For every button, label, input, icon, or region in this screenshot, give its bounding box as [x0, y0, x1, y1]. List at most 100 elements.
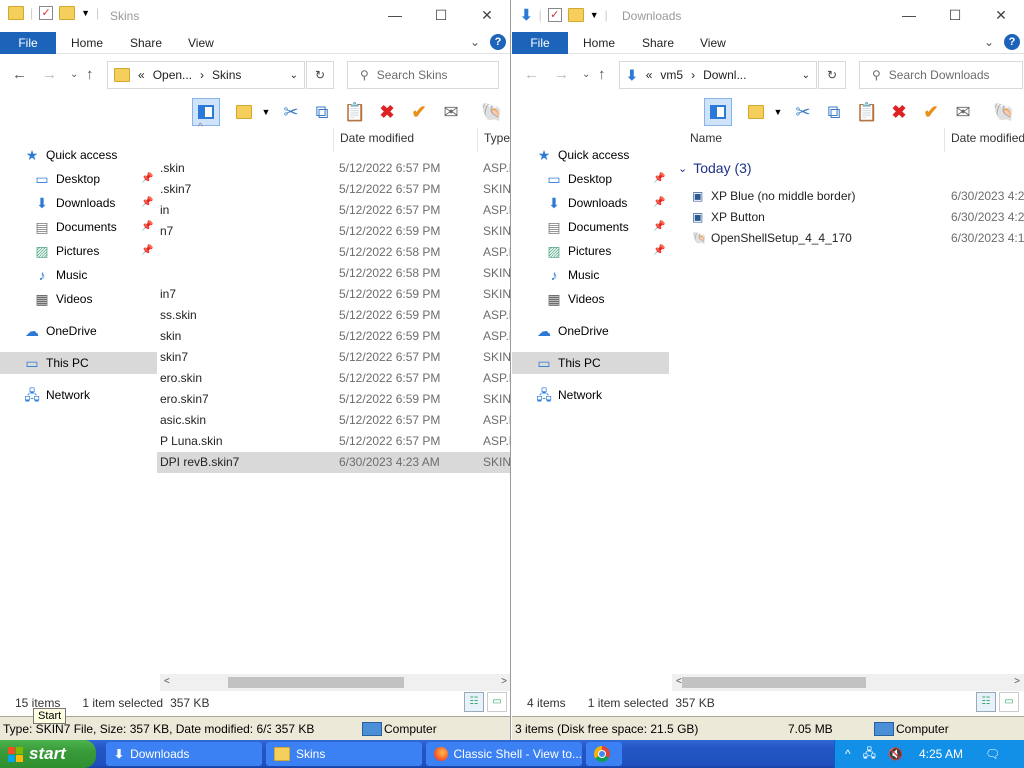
recent-locations-icon[interactable]: ⌄: [582, 69, 590, 80]
maximize-button[interactable]: ☐: [932, 0, 978, 30]
sidebar-item-pictures[interactable]: ▨ Pictures 📌: [512, 240, 665, 262]
address-overflow[interactable]: «: [646, 68, 653, 82]
copy-icon[interactable]: ⧉: [820, 98, 848, 126]
refresh-button[interactable]: ↻: [818, 61, 846, 89]
table-row[interactable]: .skin7 5/12/2022 6:57 PM SKIN7: [157, 179, 510, 200]
notifications-icon[interactable]: 🗨: [985, 747, 1000, 761]
sidebar-item-music[interactable]: ♪ Music: [0, 264, 88, 286]
folder-options-button[interactable]: [742, 98, 770, 126]
options-dropdown-icon[interactable]: ▼: [770, 98, 786, 126]
up-icon[interactable]: ↑: [86, 66, 94, 83]
scroll-thumb[interactable]: [682, 677, 866, 688]
tab-file[interactable]: File: [512, 32, 568, 54]
column-date-modified[interactable]: Date modified: [333, 128, 477, 152]
table-row[interactable]: .skin 5/12/2022 6:57 PM ASP.N: [157, 158, 510, 179]
scroll-left-icon[interactable]: <: [164, 676, 170, 687]
table-row[interactable]: 5/12/2022 6:58 PM ASP.N: [157, 242, 510, 263]
scroll-thumb[interactable]: [228, 677, 404, 688]
tab-view[interactable]: View: [188, 32, 214, 54]
column-name[interactable]: Name: [684, 128, 944, 152]
sidebar-item-onedrive[interactable]: ☁ OneDrive: [512, 320, 609, 342]
column-date-modified[interactable]: Date modified: [944, 128, 1024, 152]
sidebar-item-documents[interactable]: ▤ Documents 📌: [0, 216, 153, 238]
properties-icon[interactable]: ✓: [39, 6, 54, 20]
navigation-pane-button[interactable]: [704, 98, 732, 126]
address-overflow[interactable]: «: [138, 68, 145, 82]
sidebar-item-music[interactable]: ♪ Music: [512, 264, 600, 286]
volume-muted-icon[interactable]: 🔇: [888, 747, 903, 761]
maximize-button[interactable]: ☐: [418, 0, 464, 30]
address-segment[interactable]: Skins: [212, 68, 241, 82]
minimize-button[interactable]: —: [886, 0, 932, 30]
email-icon[interactable]: ✉: [949, 98, 977, 126]
new-folder-icon[interactable]: [59, 6, 76, 20]
table-row[interactable]: ss.skin 5/12/2022 6:59 PM ASP.N: [157, 305, 510, 326]
list-item[interactable]: 🐚 OpenShellSetup_4_4_170 6/30/2023 4:1: [690, 228, 1024, 249]
list-item[interactable]: ▣ XP Blue (no middle border) 6/30/2023 4:2: [690, 186, 1024, 207]
sidebar-item-downloads[interactable]: ⬇ Downloads 📌: [0, 192, 153, 214]
scroll-right-icon[interactable]: >: [501, 676, 507, 687]
table-row[interactable]: 5/12/2022 6:58 PM SKIN7: [157, 263, 510, 284]
help-icon[interactable]: ?: [490, 34, 506, 50]
taskbar-button-chrome[interactable]: [586, 742, 622, 766]
group-header[interactable]: ⌄ Today (3): [678, 160, 752, 176]
tab-home[interactable]: Home: [71, 32, 103, 54]
column-type[interactable]: Type: [477, 128, 510, 152]
address-box[interactable]: ⬇ « vm5 › Downl... ⌄: [619, 61, 817, 89]
sidebar-item-onedrive[interactable]: ☁ OneDrive: [0, 320, 97, 342]
customize-qat-icon[interactable]: ▼: [590, 10, 599, 20]
pin-icon[interactable]: 📌: [653, 216, 665, 238]
sidebar-item-videos[interactable]: ▦ Videos: [512, 288, 604, 310]
table-row[interactable]: skin7 5/12/2022 6:57 PM SKIN7: [157, 347, 510, 368]
properties-check-icon[interactable]: ✔: [405, 98, 433, 126]
options-dropdown-icon[interactable]: ▼: [258, 98, 274, 126]
table-row[interactable]: DPI revB.skin7 6/30/2023 4:23 AM SKIN7: [157, 452, 510, 473]
chevron-up-icon[interactable]: ^: [845, 747, 851, 761]
close-button[interactable]: ✕: [464, 0, 510, 30]
table-row[interactable]: P Luna.skin 5/12/2022 6:57 PM ASP.N: [157, 431, 510, 452]
table-row[interactable]: skin 5/12/2022 6:59 PM ASP.N: [157, 326, 510, 347]
sidebar-item-desktop[interactable]: ▭ Desktop 📌: [512, 168, 665, 190]
navigation-pane-button[interactable]: [192, 98, 220, 126]
email-icon[interactable]: ✉: [437, 98, 465, 126]
back-icon[interactable]: ←: [524, 66, 539, 83]
address-dropdown-icon[interactable]: ⌄: [290, 70, 298, 81]
copy-icon[interactable]: ⧉: [308, 98, 336, 126]
search-box[interactable]: ⚲ Search Downloads: [859, 61, 1023, 89]
address-segment[interactable]: vm5: [660, 68, 683, 82]
up-icon[interactable]: ↑: [598, 66, 606, 83]
large-icons-view-icon[interactable]: ▭: [999, 692, 1019, 712]
cut-icon[interactable]: ✂: [277, 98, 305, 126]
taskbar-button-skins[interactable]: Skins: [266, 742, 422, 766]
pin-icon[interactable]: 📌: [653, 168, 665, 190]
taskbar-button-downloads[interactable]: ⬇ Downloads: [106, 742, 262, 766]
sidebar-item-this-pc[interactable]: ▭ This PC: [0, 352, 157, 374]
sidebar-item-pictures[interactable]: ▨ Pictures 📌: [0, 240, 153, 262]
tab-view[interactable]: View: [700, 32, 726, 54]
details-view-icon[interactable]: ☷: [976, 692, 996, 712]
forward-icon[interactable]: →: [42, 66, 57, 83]
details-view-icon[interactable]: ☷: [464, 692, 484, 712]
scroll-left-icon[interactable]: <: [676, 676, 682, 687]
new-folder-icon[interactable]: [567, 8, 584, 22]
sidebar-item-quick-access[interactable]: ★ Quick access: [0, 144, 118, 166]
sidebar-item-downloads[interactable]: ⬇ Downloads 📌: [512, 192, 665, 214]
address-segment[interactable]: Downl...: [703, 68, 746, 82]
horizontal-scrollbar[interactable]: < >: [160, 674, 510, 691]
paste-icon[interactable]: 📋: [341, 98, 369, 126]
pin-icon[interactable]: 📌: [141, 240, 153, 262]
pin-icon[interactable]: 📌: [141, 216, 153, 238]
sidebar-item-videos[interactable]: ▦ Videos: [0, 288, 92, 310]
tab-share[interactable]: Share: [642, 32, 674, 54]
clock[interactable]: 4:25 AM: [919, 747, 963, 761]
minimize-button[interactable]: —: [372, 0, 418, 30]
large-icons-view-icon[interactable]: ▭: [487, 692, 507, 712]
table-row[interactable]: ero.skin7 5/12/2022 6:59 PM SKIN7: [157, 389, 510, 410]
pin-icon[interactable]: 📌: [653, 192, 665, 214]
sidebar-item-this-pc[interactable]: ▭ This PC: [512, 352, 669, 374]
sidebar-item-quick-access[interactable]: ★ Quick access: [512, 144, 630, 166]
back-icon[interactable]: ←: [12, 66, 27, 83]
forward-icon[interactable]: →: [554, 66, 569, 83]
shell-icon[interactable]: 🐚: [990, 98, 1018, 126]
tab-home[interactable]: Home: [583, 32, 615, 54]
